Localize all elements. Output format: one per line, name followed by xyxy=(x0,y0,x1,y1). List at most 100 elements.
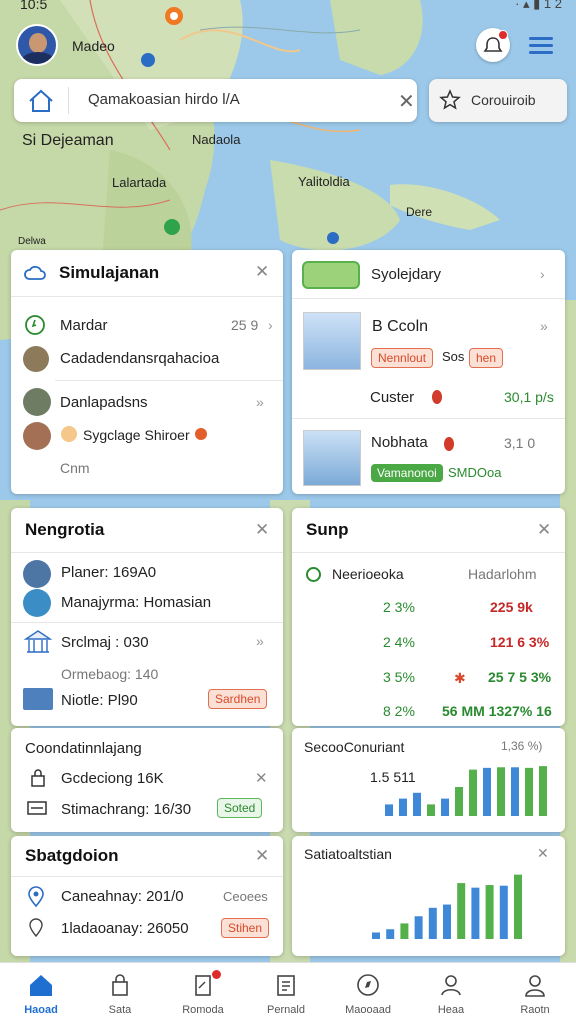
bar-chart xyxy=(372,874,522,939)
table-cell: 3 5% xyxy=(383,669,415,685)
divider xyxy=(11,622,283,623)
clear-search-icon[interactable]: ✕ xyxy=(398,89,415,114)
row-label: Ormebaog: 140 xyxy=(61,666,159,682)
nav-label: Raotn xyxy=(520,1004,550,1016)
person-icon xyxy=(525,975,545,997)
nav-item-data[interactable]: Sata xyxy=(79,963,161,1024)
nav-item-portal[interactable]: Pernald xyxy=(245,963,327,1024)
close-icon[interactable]: ✕ xyxy=(537,520,551,540)
settings-icon xyxy=(306,567,321,582)
clock-icon xyxy=(25,315,45,335)
search-bar[interactable]: Qamakoasian hirdo l/A ✕ xyxy=(14,79,417,122)
chart-bar xyxy=(441,798,449,816)
menu-button[interactable] xyxy=(527,34,557,56)
row-label: Caneahnay: 201/0 xyxy=(61,888,184,905)
building-icon xyxy=(23,688,53,710)
chart-bar xyxy=(385,804,393,816)
status-badge: Sardhen xyxy=(208,689,268,709)
nav-item-heat[interactable]: Heaa xyxy=(410,963,492,1024)
status-badge: Vamanonoi xyxy=(371,464,443,482)
item-value: 30,1 p/s xyxy=(504,389,554,405)
notification-bell-button[interactable] xyxy=(476,28,510,62)
coordinate-button[interactable]: Corouiroib xyxy=(429,79,567,122)
close-icon[interactable]: ✕ xyxy=(255,520,269,540)
close-icon[interactable]: ✕ xyxy=(255,846,269,866)
divider xyxy=(11,296,283,297)
chart-card-1: SecooConuriant 1,36 %) 1.5 511 xyxy=(292,728,565,832)
thumbnail xyxy=(23,589,51,617)
nav-label: Heaa xyxy=(437,1004,465,1016)
chart-bar xyxy=(427,804,435,816)
status-time: 10:5 xyxy=(20,0,48,12)
map-label-city: Lalartada xyxy=(112,175,167,190)
bar-chart xyxy=(385,766,547,816)
nav-item-profile[interactable]: Raotn xyxy=(494,963,576,1024)
chevron-right-icon[interactable]: » xyxy=(256,633,264,649)
lock-icon xyxy=(31,769,45,787)
nav-item-reports[interactable]: Romoda xyxy=(162,963,244,1024)
card-title: Sunp xyxy=(306,520,349,539)
row-value: Ceoees xyxy=(223,889,268,904)
chart-bar xyxy=(539,766,547,816)
card-title: Syolejdary xyxy=(371,266,442,283)
chart-card-2: Satiatoaltstian ✕ xyxy=(292,836,565,956)
thumbnail xyxy=(23,422,51,450)
chevron-right-icon[interactable]: › xyxy=(268,317,273,333)
chevron-right-icon[interactable]: › xyxy=(540,266,545,282)
map-label-city: Nadaola xyxy=(192,132,241,147)
coordinate-button-label: Corouiroib xyxy=(471,92,536,108)
status-badge: Nennlout xyxy=(371,348,434,368)
search-input[interactable]: Qamakoasian hirdo l/A xyxy=(88,91,240,108)
chart-bar xyxy=(455,787,463,816)
status-bar: 10:5 · ▴ ▮ 1 2 xyxy=(0,0,576,14)
chart-bar xyxy=(514,874,522,939)
column-header: Neerioeoka xyxy=(332,566,404,582)
avatar[interactable] xyxy=(16,24,58,66)
lock-icon xyxy=(112,974,128,996)
home-icon xyxy=(30,975,52,996)
map-label-city: Si Dejeaman xyxy=(22,132,114,149)
row-label: Gcdeciong 16K xyxy=(61,770,164,787)
chart-bar xyxy=(413,792,421,816)
nav-label: Maooaad xyxy=(345,1004,391,1016)
home-icon[interactable] xyxy=(26,88,56,114)
chart-bar xyxy=(511,767,519,816)
close-icon[interactable]: ✕ xyxy=(255,262,269,282)
item-label: Custer xyxy=(370,389,415,406)
spec-card: Syolejdary › B Ccoln » Nennlout Sos hen … xyxy=(292,250,565,494)
status-icons: · ▴ ▮ 1 2 xyxy=(515,0,562,11)
alert-icon xyxy=(195,428,207,440)
chevron-right-icon[interactable]: » xyxy=(256,394,264,410)
temple-icon xyxy=(24,630,52,653)
thumbnail xyxy=(23,346,49,372)
column-header: Hadarlohm xyxy=(468,566,537,582)
chart-bar xyxy=(499,885,508,939)
divider xyxy=(292,298,565,299)
close-icon[interactable]: ✕ xyxy=(255,769,268,787)
chevron-right-icon[interactable]: » xyxy=(540,318,548,334)
chart-bar xyxy=(525,767,533,816)
nav-item-manage[interactable]: Maooaad xyxy=(327,963,409,1024)
row-label: Cadadendansrqahacioa xyxy=(60,350,220,367)
card-title: Sbatgdoion xyxy=(25,846,119,865)
map-label-city: Delwa xyxy=(18,236,46,247)
table-cell: 121 6 3% xyxy=(490,634,550,650)
star-icon xyxy=(439,89,461,110)
statistics-card: Sbatgdoion ✕ Caneahnay: 201/0 Ceoees 1la… xyxy=(11,836,283,956)
status-badge: hen xyxy=(469,348,504,368)
notification-dot xyxy=(211,969,222,980)
sunp-card: Sunp ✕ Neerioeoka Hadarlohm 2 3% 225 9k … xyxy=(292,508,565,726)
table-cell: 8 2% xyxy=(383,703,415,719)
pin-icon xyxy=(444,437,454,451)
map-label-city: Dere xyxy=(406,205,433,219)
chart-bar xyxy=(414,916,423,939)
nav-item-home[interactable]: Haoad xyxy=(0,963,82,1024)
table-cell: 2 3% xyxy=(383,599,415,615)
row-label: Stimachrang: 16/30 xyxy=(61,801,192,818)
status-badge: Soted xyxy=(217,798,263,818)
chart-bar xyxy=(497,767,505,816)
coin-icon xyxy=(61,426,77,442)
thumbnail xyxy=(23,560,51,588)
nav-label: Sata xyxy=(108,1004,132,1016)
chart-bar xyxy=(483,767,491,816)
